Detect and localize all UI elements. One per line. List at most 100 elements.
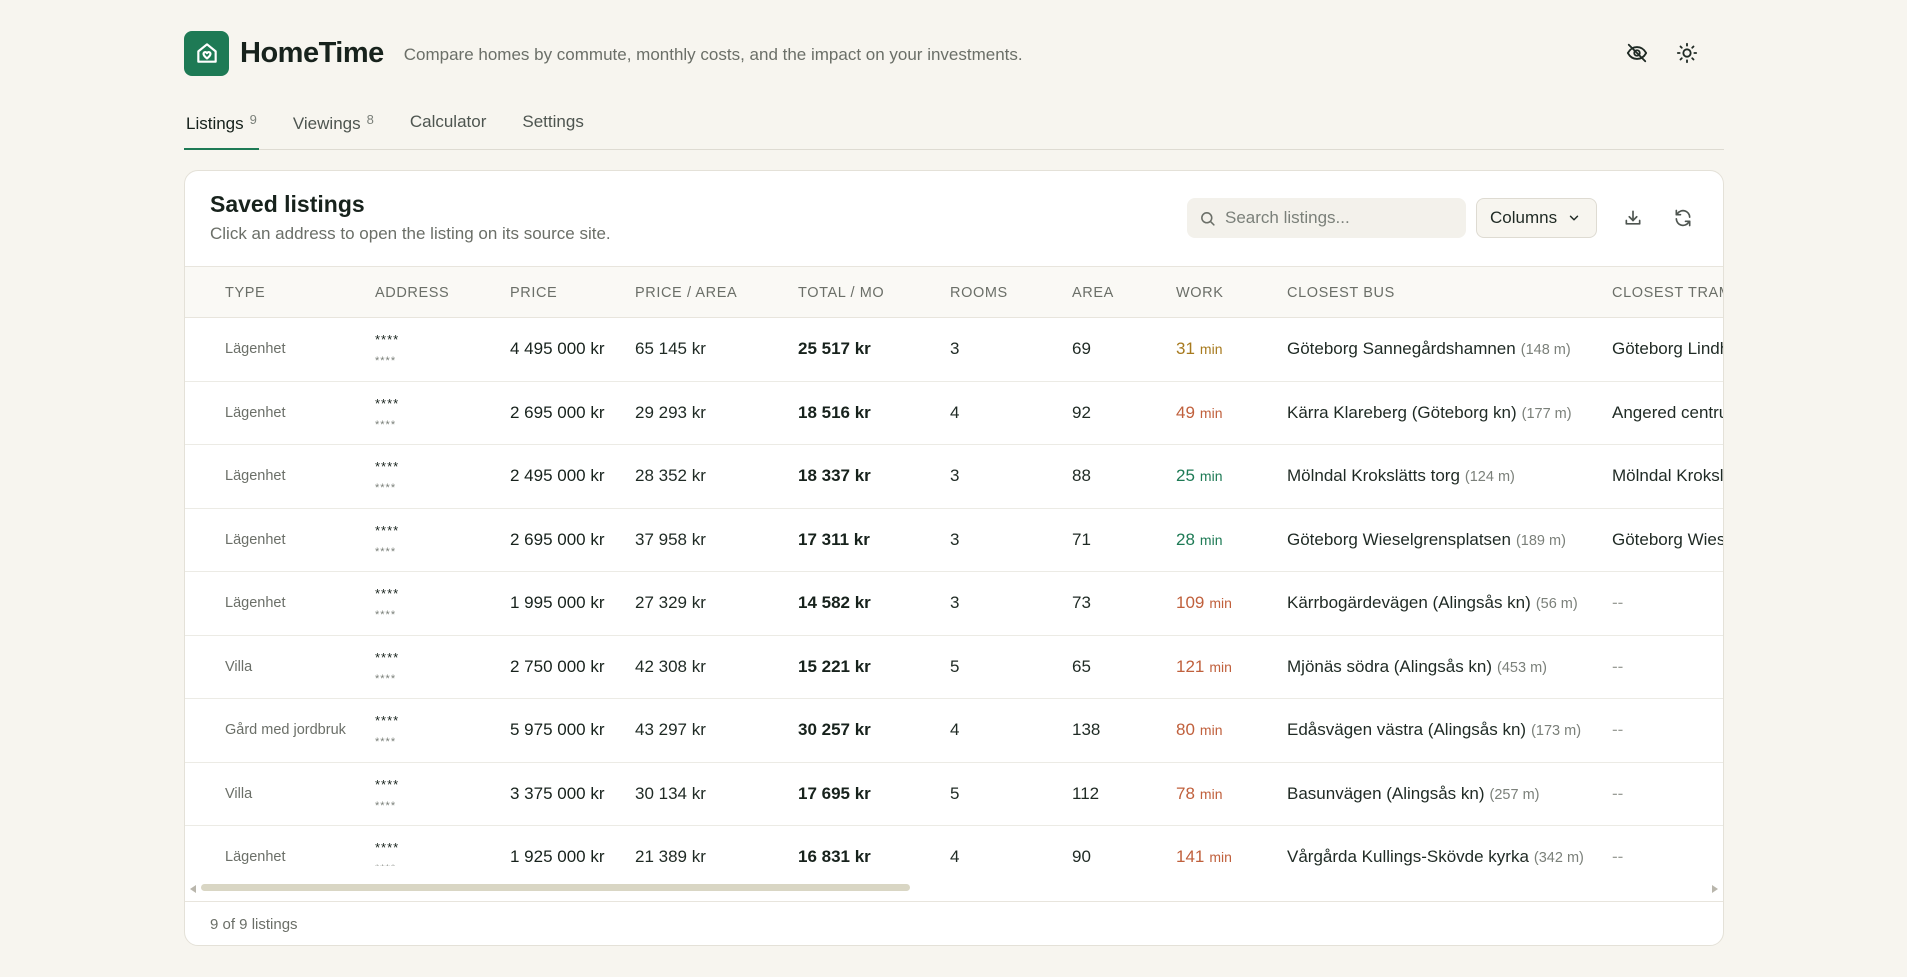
tab-label: Settings bbox=[522, 112, 584, 131]
column-header-type[interactable]: TYPE bbox=[225, 266, 375, 318]
refresh-button[interactable] bbox=[1668, 203, 1698, 233]
cell-closest-tram: -- bbox=[1612, 571, 1723, 636]
cell-rooms: 4 bbox=[950, 381, 1072, 445]
bus-stop-name: Mölndal Krokslätts torg bbox=[1287, 466, 1460, 486]
column-header-rooms[interactable]: ROOMS bbox=[950, 266, 1072, 318]
cell-area: 90 bbox=[1072, 825, 1176, 866]
table-row[interactable]: Gård med jordbruk **** **** 5 975 000 kr 43 … bbox=[185, 698, 1723, 763]
card-title: Saved listings bbox=[210, 191, 365, 217]
bus-stop-name: Basunvägen (Alingsås kn) bbox=[1287, 783, 1485, 803]
listings-table-container: TYPE ADDRESS PRICE PRICE / AREA TOTAL / … bbox=[185, 266, 1723, 866]
column-header-closest-bus[interactable]: CLOSEST BUS bbox=[1287, 266, 1612, 318]
column-header-address[interactable]: ADDRESS bbox=[375, 266, 510, 318]
column-header-area[interactable]: AREA bbox=[1072, 266, 1176, 318]
address-link[interactable]: **** bbox=[375, 839, 510, 857]
address-area: **** bbox=[375, 799, 397, 812]
table-row[interactable]: Lägenhet**** ****1 925 000 kr21 389 kr16 … bbox=[185, 825, 1723, 866]
table-row[interactable]: Villa **** **** 3 375 000 kr 30 134 kr 17 695… bbox=[185, 762, 1723, 826]
address-link[interactable]: **** bbox=[375, 712, 510, 730]
cell-work: 80 min bbox=[1176, 698, 1287, 763]
table-row[interactable]: Lägenhet **** **** 4 495 000 kr 65 145 kr 25 … bbox=[185, 317, 1723, 382]
cell-address[interactable]: **** **** bbox=[375, 381, 510, 445]
scroll-right-icon[interactable] bbox=[1712, 885, 1718, 893]
cell-type: Lägenhet bbox=[225, 508, 375, 572]
address-area: **** bbox=[375, 861, 510, 866]
scrollbar-thumb[interactable] bbox=[201, 884, 910, 891]
cell-work: 25 min bbox=[1176, 444, 1287, 509]
cell-address[interactable]: **** **** bbox=[375, 571, 510, 636]
cell-address[interactable]: **** **** bbox=[375, 762, 510, 826]
cell-address[interactable]: **** **** bbox=[375, 635, 510, 699]
cell-type: Villa bbox=[225, 635, 375, 699]
work-unit: min bbox=[1209, 595, 1232, 612]
cell-address[interactable]: **** **** bbox=[375, 508, 510, 572]
column-header-closest-tram[interactable]: CLOSEST TRAM bbox=[1612, 266, 1723, 318]
cell-closest-tram: Göteborg Wieselgrensplatsen bbox=[1612, 508, 1723, 572]
cell-closest-tram: -- bbox=[1612, 762, 1723, 826]
cell-closest-bus: Kärra Klareberg (Göteborg kn) (177 m) bbox=[1287, 381, 1612, 445]
bus-stop-name: Kärrbogärdevägen (Alingsås kn) bbox=[1287, 593, 1531, 613]
table-row[interactable]: Lägenhet **** **** 1 995 000 kr 27 329 kr 14 … bbox=[185, 571, 1723, 636]
address-link[interactable]: **** bbox=[375, 395, 510, 413]
tab-settings[interactable]: Settings bbox=[520, 108, 585, 149]
cell-closest-bus: Mjönäs södra (Alingsås kn) (453 m) bbox=[1287, 635, 1612, 699]
columns-button[interactable]: Columns bbox=[1476, 198, 1597, 238]
export-button[interactable] bbox=[1618, 203, 1648, 233]
cell-rooms: 3 bbox=[950, 317, 1072, 382]
listings-table: TYPE ADDRESS PRICE PRICE / AREA TOTAL / … bbox=[185, 266, 1723, 866]
column-header-price[interactable]: PRICE bbox=[510, 266, 635, 318]
cell-address[interactable]: **** **** bbox=[375, 698, 510, 763]
scroll-left-icon[interactable] bbox=[190, 885, 196, 893]
table-row[interactable]: Villa **** **** 2 750 000 kr 42 308 kr 15 221… bbox=[185, 635, 1723, 699]
address-link[interactable]: **** bbox=[375, 522, 510, 540]
column-header-total-per-month[interactable]: TOTAL / MO bbox=[798, 266, 950, 318]
tab-label: Viewings bbox=[292, 114, 361, 133]
hide-values-button[interactable] bbox=[1622, 38, 1652, 68]
cell-area: 138 bbox=[1072, 698, 1176, 763]
table-row[interactable]: Lägenhet **** **** 2 495 000 kr 28 352 kr 18 … bbox=[185, 444, 1723, 509]
cell-address[interactable]: **** **** bbox=[375, 317, 510, 382]
work-minutes: 80 bbox=[1176, 720, 1195, 740]
cell-closest-bus: Vårgårda Kullings-Skövde kyrka (342 m) bbox=[1287, 825, 1612, 866]
address-link[interactable]: **** bbox=[375, 649, 510, 667]
work-minutes: 25 bbox=[1176, 466, 1195, 486]
work-minutes: 28 bbox=[1176, 529, 1195, 549]
main-tabs: Listings 9 Viewings 8 Calculator Settings bbox=[184, 108, 1724, 150]
app-header: HomeTime Compare homes by commute, month… bbox=[184, 30, 1724, 76]
work-minutes: 78 bbox=[1176, 783, 1195, 803]
cell-work: 49 min bbox=[1176, 381, 1287, 445]
cell-work: 141 min bbox=[1176, 825, 1287, 866]
cell-address[interactable]: **** **** bbox=[375, 444, 510, 509]
cell-price: 4 495 000 kr bbox=[510, 317, 635, 382]
cell-closest-tram: -- bbox=[1612, 825, 1723, 866]
horizontal-scrollbar[interactable] bbox=[185, 883, 1723, 893]
address-link[interactable]: **** bbox=[375, 331, 510, 349]
column-header-work[interactable]: WORK bbox=[1176, 266, 1287, 318]
work-unit: min bbox=[1199, 404, 1223, 421]
address-link[interactable]: **** bbox=[375, 585, 510, 603]
eye-off-icon bbox=[1626, 43, 1648, 63]
table-row[interactable]: Lägenhet **** **** 2 695 000 kr 37 958 kr 17 … bbox=[185, 508, 1723, 572]
cell-work: 78 min bbox=[1176, 762, 1287, 826]
tab-listings[interactable]: Listings 9 bbox=[184, 108, 259, 150]
card-header: Saved listings Click an address to open … bbox=[185, 171, 1723, 266]
cell-area: 112 bbox=[1072, 762, 1176, 826]
cell-closest-tram: Angered centrum bbox=[1612, 381, 1723, 445]
address-area: **** bbox=[375, 545, 397, 558]
address-link[interactable]: **** bbox=[375, 776, 510, 794]
app-tagline: Compare homes by commute, monthly costs,… bbox=[403, 45, 1023, 64]
tab-calculator[interactable]: Calculator bbox=[408, 108, 489, 149]
address-link[interactable]: **** bbox=[375, 458, 510, 476]
cell-price: 2 695 000 kr bbox=[510, 381, 635, 445]
cell-total-per-month: 18 337 kr bbox=[798, 444, 950, 509]
cell-total-per-month: 15 221 kr bbox=[798, 635, 950, 699]
table-header-row: TYPE ADDRESS PRICE PRICE / AREA TOTAL / … bbox=[185, 266, 1723, 318]
cell-price-per-area: 43 297 kr bbox=[635, 698, 798, 763]
table-row[interactable]: Lägenhet **** **** 2 695 000 kr 29 293 kr 18 … bbox=[185, 381, 1723, 445]
cell-price-per-area: 28 352 kr bbox=[635, 444, 798, 509]
search-input[interactable] bbox=[1225, 208, 1455, 228]
column-header-price-per-area[interactable]: PRICE / AREA bbox=[635, 266, 798, 318]
tab-viewings[interactable]: Viewings 8 bbox=[291, 108, 376, 149]
cell-address[interactable]: **** **** bbox=[375, 825, 510, 866]
theme-toggle-button[interactable] bbox=[1672, 38, 1702, 68]
